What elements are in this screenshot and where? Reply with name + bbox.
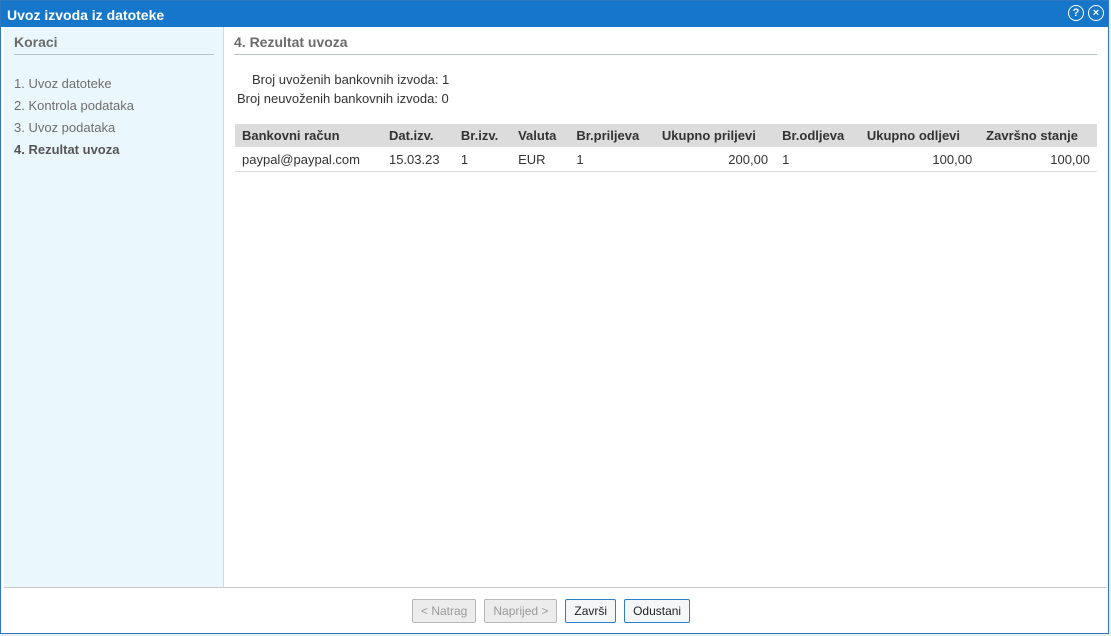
dialog-title: Uvoz izvoda iz datoteke (7, 7, 165, 23)
column-header[interactable]: Valuta (511, 124, 570, 147)
steps-title: Koraci (14, 34, 214, 55)
table-header-row: Bankovni račun Dat.izv. Br.izv. Valuta B… (235, 124, 1097, 147)
step-import-result: 4. Rezultat uvoza (14, 142, 120, 157)
step-upload-file: 1. Uvoz datoteke (14, 76, 112, 91)
column-header[interactable]: Ukupno odljevi (859, 124, 980, 147)
main-panel: 4. Rezultat uvoza Broj uvoženih bankovni… (225, 27, 1107, 587)
cell-total-outflows: 100,00 (859, 147, 980, 172)
page-title: 4. Rezultat uvoza (234, 34, 1097, 55)
cancel-button[interactable]: Odustani (624, 599, 691, 623)
import-dialog: Uvoz izvoda iz datoteke ? × Koraci 1. Uv… (0, 0, 1109, 634)
imported-count: Broj uvoženih bankovnih izvoda: 1 (252, 72, 450, 87)
dialog-footer: < Natrag Naprijed > Završi Odustani (4, 587, 1107, 633)
cell-bank-account: paypal@paypal.com (235, 147, 382, 172)
not-imported-count: Broj neuvoženih bankovnih izvoda: 0 (237, 91, 449, 106)
close-icon[interactable]: × (1088, 5, 1104, 21)
step-data-check: 2. Kontrola podataka (14, 98, 134, 113)
cell-currency: EUR (511, 147, 570, 172)
column-header[interactable]: Bankovni račun (235, 124, 382, 147)
table-row[interactable]: paypal@paypal.com 15.03.23 1 EUR 1 200,0… (235, 147, 1097, 172)
cell-statement-number: 1 (453, 147, 512, 172)
cell-total-inflows: 200,00 (654, 147, 776, 172)
dialog-titlebar: Uvoz izvoda iz datoteke ? × (1, 1, 1108, 27)
cell-outflow-count: 1 (775, 147, 860, 172)
results-table: Bankovni račun Dat.izv. Br.izv. Valuta B… (235, 124, 1097, 172)
back-button[interactable]: < Natrag (412, 599, 477, 623)
column-header[interactable]: Br.priljeva (569, 124, 655, 147)
finish-button[interactable]: Završi (565, 599, 617, 623)
next-button[interactable]: Naprijed > (484, 599, 558, 623)
column-header[interactable]: Br.odljeva (775, 124, 860, 147)
cell-final-balance: 100,00 (979, 147, 1097, 172)
column-header[interactable]: Završno stanje (979, 124, 1097, 147)
column-header[interactable]: Dat.izv. (381, 124, 454, 147)
column-header[interactable]: Ukupno priljevi (654, 124, 776, 147)
step-data-import: 3. Uvoz podataka (14, 120, 116, 135)
steps-sidebar: Koraci 1. Uvoz datoteke 2. Kontrola poda… (4, 27, 224, 587)
column-header[interactable]: Br.izv. (453, 124, 512, 147)
help-icon[interactable]: ? (1068, 5, 1084, 21)
steps-list: 1. Uvoz datoteke 2. Kontrola podataka 3.… (14, 73, 134, 161)
cell-statement-date: 15.03.23 (381, 147, 454, 172)
cell-inflow-count: 1 (569, 147, 655, 172)
